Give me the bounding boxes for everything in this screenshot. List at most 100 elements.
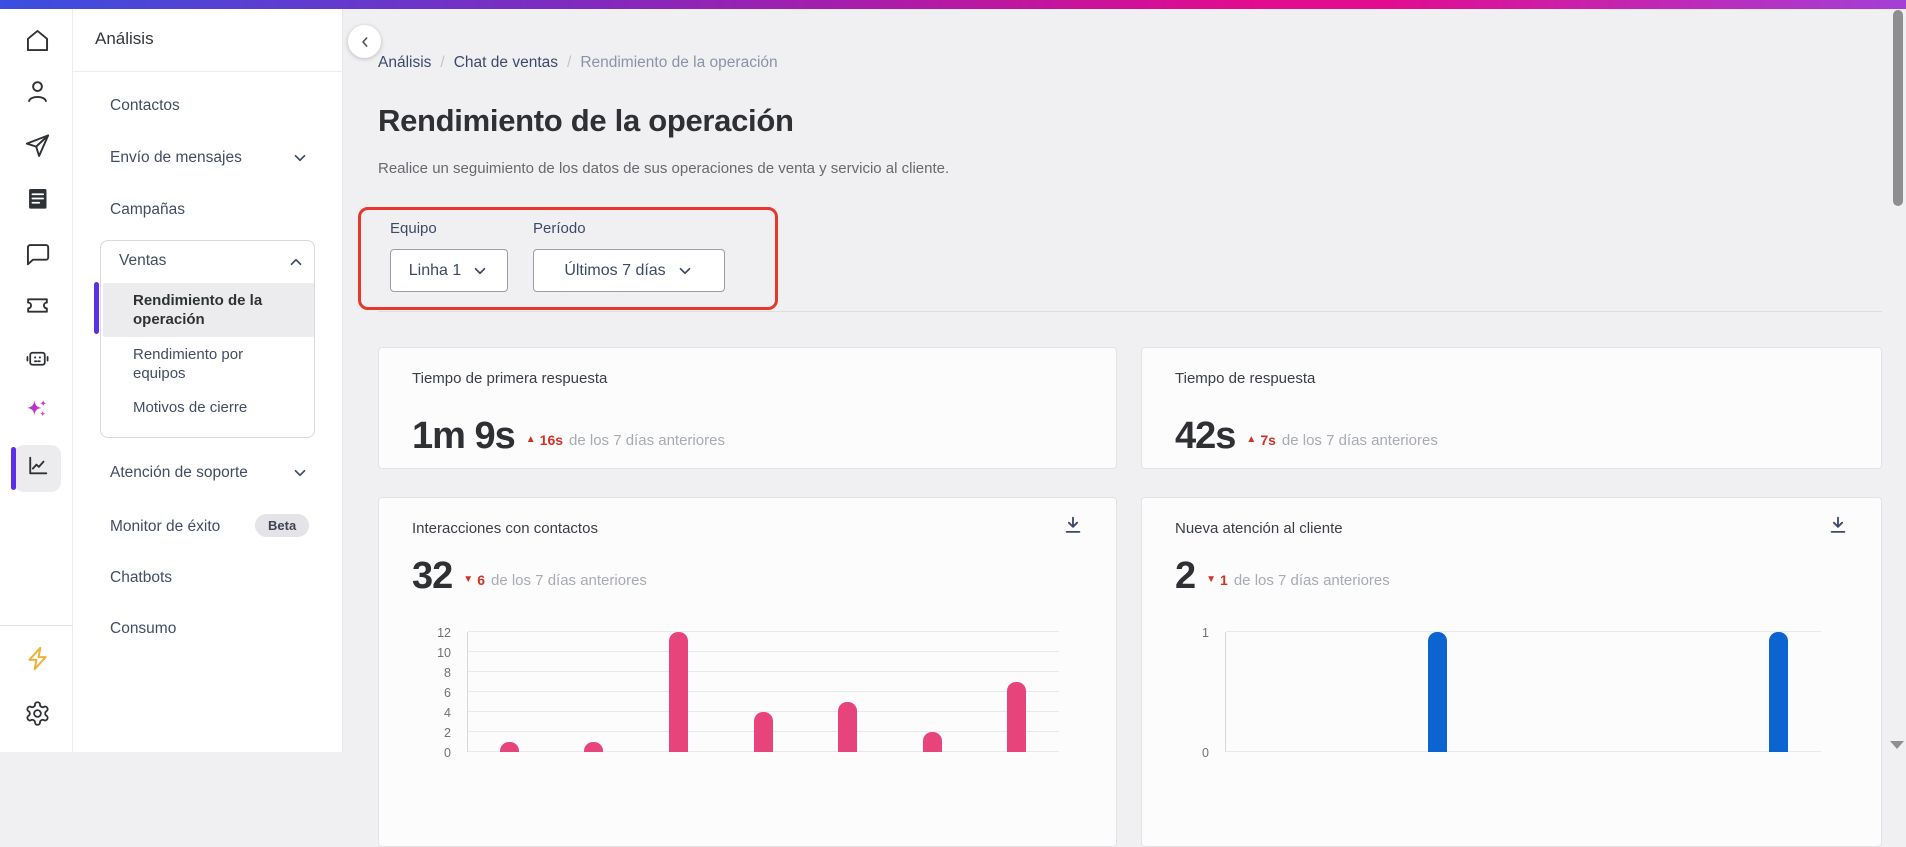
bar (1007, 682, 1027, 752)
bar-slot (805, 632, 890, 752)
chevron-down-icon (679, 267, 691, 274)
sidebar-item-ventas[interactable]: Ventas (119, 252, 166, 270)
card-interactions: Interacciones con contactos 32 ▼ 6 de lo… (378, 497, 1117, 847)
download-icon[interactable] (1058, 510, 1088, 540)
bar-slot (721, 632, 806, 752)
contacts-user-icon[interactable] (17, 71, 57, 111)
page-subtitle: Realice un seguimiento de los datos de s… (378, 160, 950, 177)
periodo-select[interactable]: Últimos 7 días (533, 249, 725, 292)
chat-bubble-icon[interactable] (17, 233, 57, 273)
robot-icon[interactable] (17, 338, 57, 378)
delta-down: ▼ 6 (463, 572, 485, 588)
sidebar-item-contactos[interactable]: Contactos (110, 96, 180, 116)
delta-value: 6 (477, 572, 485, 588)
settings-gear-icon[interactable] (17, 693, 57, 733)
sidebar-item-atencion-de-soporte[interactable]: Atención de soporte (110, 463, 248, 483)
chart-ylabels: 10 (1202, 626, 1209, 760)
sparkles-ai-icon[interactable] (17, 390, 57, 430)
metric-value: 2 (1175, 555, 1196, 597)
bar (753, 712, 773, 752)
collapse-sidebar-button[interactable] (348, 25, 381, 58)
breadcrumb-analisis[interactable]: Análisis (378, 54, 431, 72)
sidebar-item-campanas[interactable]: Campañas (110, 200, 185, 220)
delta-value: 7s (1260, 432, 1276, 448)
document-icon[interactable] (17, 178, 57, 218)
breadcrumb-chat-de-ventas[interactable]: Chat de ventas (454, 54, 558, 72)
card-title: Tiempo de respuesta (1175, 370, 1316, 387)
chevron-left-icon (361, 36, 367, 47)
bar (584, 742, 604, 752)
bar (499, 742, 519, 752)
interactions-bar-chart: 12 10 8 6 4 2 0 (437, 626, 1059, 760)
bar-slot (974, 632, 1059, 752)
equipo-select[interactable]: Linha 1 (390, 249, 508, 292)
delta-note: de los 7 días anteriores (569, 432, 725, 449)
card-response-time: Tiempo de respuesta 42s ▲ 7s de los 7 dí… (1141, 347, 1882, 469)
chevron-down-icon[interactable] (291, 464, 309, 482)
top-gradient-bar (0, 0, 1906, 9)
sidebar-item-monitor-de-exito[interactable]: Monitor de éxito (110, 517, 220, 537)
analytics-chart-icon[interactable] (17, 445, 57, 485)
main-content: Análisis / Chat de ventas / Rendimiento … (343, 9, 1906, 847)
card-title: Interacciones con contactos (412, 520, 598, 537)
bar-slot (636, 632, 721, 752)
bar-slot (1566, 632, 1651, 752)
sidebar-item-envio-de-mensajes[interactable]: Envío de mensajes (110, 148, 242, 168)
new-service-bar-chart: 10 (1202, 626, 1821, 760)
bar-slot (1395, 632, 1480, 752)
bar (1768, 632, 1788, 752)
breadcrumb: Análisis / Chat de ventas / Rendimiento … (378, 54, 778, 72)
bar-slot (1736, 632, 1821, 752)
delta-value: 16s (539, 432, 564, 448)
card-first-response-time: Tiempo de primera respuesta 1m 9s ▲ 16s … (378, 347, 1117, 469)
sidebar-title: Análisis (95, 29, 154, 48)
chevron-up-icon[interactable] (287, 253, 305, 271)
sidebar-item-rendimiento-por-equipos[interactable]: Rendimiento por equipos (133, 345, 293, 383)
sidebar-divider (73, 71, 343, 72)
delta-note: de los 7 días anteriores (1233, 572, 1390, 589)
metric-value: 32 (412, 555, 453, 597)
sidebar-item-motivos-de-cierre[interactable]: Motivos de cierre (133, 399, 247, 416)
home-icon[interactable] (17, 20, 57, 60)
beta-badge: Beta (255, 514, 310, 537)
delta-note: de los 7 días anteriores (490, 572, 647, 589)
bar-slot (467, 632, 552, 752)
bar (838, 702, 858, 752)
send-message-icon[interactable] (17, 125, 57, 165)
active-item-label: Rendimiento de la operación (133, 292, 263, 328)
periodo-filter-label: Período (533, 220, 586, 237)
sidebar-item-rendimiento-operacion-active[interactable]: Rendimiento de la operación (103, 283, 314, 337)
bar (668, 632, 688, 752)
sidebar-item-chatbots[interactable]: Chatbots (110, 568, 172, 588)
equipo-select-value: Linha 1 (408, 261, 462, 279)
analysis-sidebar: Análisis Contactos Envío de mensajes Cam… (73, 9, 343, 752)
scrollbar-down-arrow[interactable] (1890, 741, 1904, 749)
metric-value: 42s (1175, 415, 1236, 457)
bar-slot (1480, 632, 1565, 752)
icon-rail (0, 9, 73, 752)
chart-ylabels: 12 10 8 6 4 2 0 (437, 626, 451, 760)
bar-slot (1651, 632, 1736, 752)
metric-value: 1m 9s (412, 415, 516, 457)
delta-note: de los 7 días anteriores (1281, 432, 1438, 449)
delta-value: 1 (1220, 572, 1228, 588)
delta-up: ▲ 16s (526, 432, 563, 448)
sidebar-item-consumo[interactable]: Consumo (110, 619, 176, 639)
lightning-icon[interactable] (17, 638, 57, 678)
bar (1428, 632, 1448, 752)
vertical-scrollbar-thumb[interactable] (1893, 10, 1903, 206)
breadcrumb-separator: / (567, 54, 572, 71)
delta-up: ▲ 7s (1246, 432, 1275, 448)
periodo-select-value: Últimos 7 días (564, 261, 666, 279)
delta-down: ▼ 1 (1206, 572, 1228, 588)
download-icon[interactable] (1823, 510, 1853, 540)
bar-slot (552, 632, 637, 752)
chevron-down-icon[interactable] (291, 149, 309, 167)
rail-divider (0, 625, 73, 626)
delta-up-icon: ▲ (525, 434, 536, 445)
card-new-service: Nueva atención al cliente 2 ▼ 1 de los 7… (1141, 497, 1882, 847)
ticket-icon[interactable] (17, 285, 57, 325)
ventas-group: Ventas Rendimiento de la operación Rendi… (100, 240, 315, 438)
delta-down-icon: ▼ (463, 574, 474, 585)
delta-up-icon: ▲ (1246, 434, 1257, 445)
